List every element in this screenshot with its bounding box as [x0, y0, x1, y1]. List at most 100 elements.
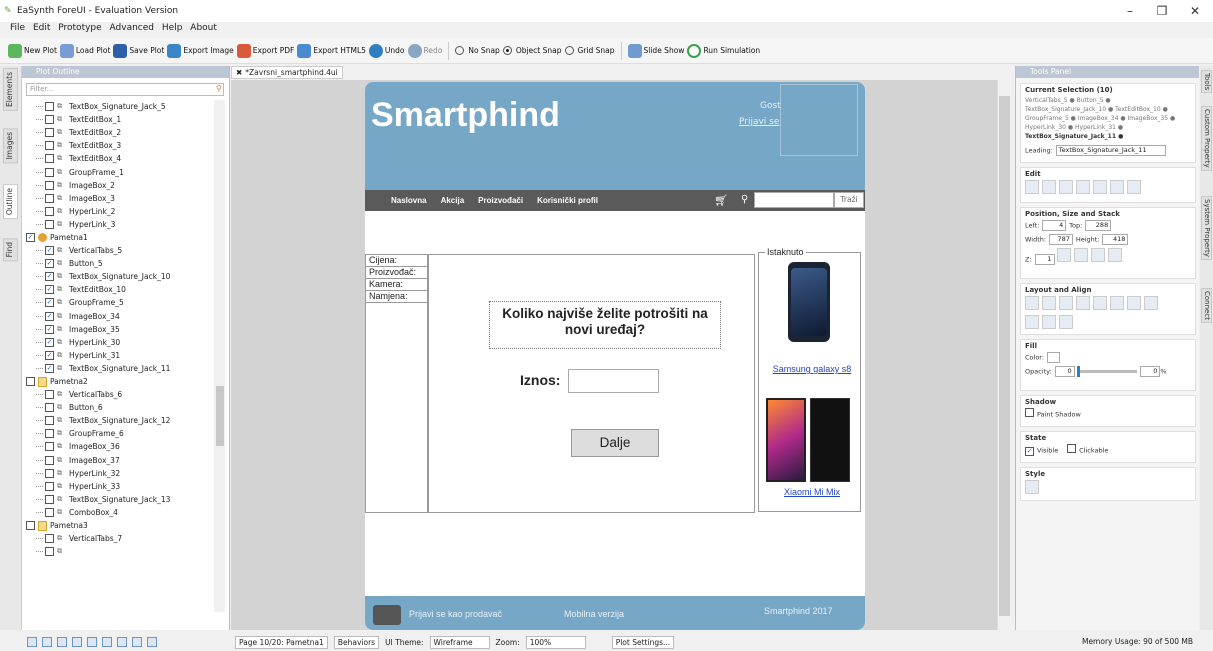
tab-outline[interactable]: Outline: [3, 184, 18, 220]
layout-header[interactable]: Layout and Align: [1025, 286, 1191, 294]
outline-item[interactable]: ⧉ TextEditBox_1: [24, 113, 214, 126]
outline-page[interactable]: Pametna2: [24, 375, 214, 388]
nav-manufacturers[interactable]: Proizvođači: [478, 196, 523, 205]
visibility-checkbox[interactable]: [45, 481, 54, 491]
outline-item[interactable]: ✓ ⧉ TextEditBox_10: [24, 283, 214, 296]
visibility-checkbox[interactable]: ✓: [45, 259, 54, 269]
nav-profile[interactable]: Korisnički profil: [537, 196, 598, 205]
maximize-button[interactable]: ❐: [1152, 4, 1172, 18]
z-field[interactable]: 1: [1034, 254, 1055, 265]
slider-thumb[interactable]: [1077, 366, 1081, 377]
close-button[interactable]: ✕: [1185, 4, 1205, 18]
bring-front-icon[interactable]: [1091, 248, 1106, 262]
menu-file[interactable]: File: [10, 23, 25, 33]
visibility-checkbox[interactable]: ✓: [45, 285, 54, 295]
menu-edit[interactable]: Edit: [33, 23, 50, 33]
align-icon[interactable]: [1025, 296, 1039, 310]
samsung-link[interactable]: Samsung galaxy s8: [767, 364, 857, 375]
visibility-checkbox[interactable]: [45, 115, 54, 125]
top-field[interactable]: 288: [1085, 220, 1112, 231]
visibility-checkbox[interactable]: [45, 507, 54, 517]
save-plot-button[interactable]: Save Plot: [113, 43, 164, 58]
outline-item[interactable]: ✓ ⧉ TextBox_Signature_Jack_10: [24, 270, 214, 283]
filter-tab-purpose[interactable]: Namjena:: [366, 291, 427, 303]
run-simulation-button[interactable]: Run Simulation: [687, 43, 760, 58]
cut-icon[interactable]: [1025, 180, 1039, 194]
send-backward-icon[interactable]: [1074, 248, 1089, 262]
outline-item[interactable]: ⧉ TextBox_Signature_Jack_13: [24, 493, 214, 506]
tab-elements[interactable]: Elements: [3, 68, 18, 111]
minimize-button[interactable]: –: [1120, 4, 1140, 18]
copy-icon[interactable]: [1042, 180, 1056, 194]
opacity-field-2[interactable]: 0: [1140, 366, 1161, 377]
position-header[interactable]: Position, Size and Stack: [1025, 210, 1191, 218]
outline-item[interactable]: ⧉ GroupFrame_1: [24, 165, 214, 178]
close-tab-icon[interactable]: ✖: [236, 68, 242, 77]
menu-prototype[interactable]: Prototype: [58, 23, 101, 33]
outline-item[interactable]: ✓ ⧉ VerticalTabs_5: [24, 244, 214, 257]
undo-button[interactable]: Undo: [368, 43, 405, 58]
send-back-icon[interactable]: [1108, 248, 1123, 262]
outline-item[interactable]: ⧉ ComboBox_4: [24, 506, 214, 519]
visibility-checkbox[interactable]: ✓: [45, 298, 54, 308]
seller-login-link[interactable]: Prijavi se kao prodavač: [409, 609, 502, 619]
nav-home[interactable]: Naslovna: [391, 196, 427, 205]
visibility-checkbox[interactable]: [45, 141, 54, 151]
align-icon[interactable]: [1110, 296, 1124, 310]
grid-snap-radio[interactable]: Grid Snap: [564, 46, 615, 55]
menu-help[interactable]: Help: [162, 23, 183, 33]
filter-tab-camera[interactable]: Kamera:: [366, 279, 427, 291]
outline-item[interactable]: ⧉ Button_6: [24, 401, 214, 414]
tab-custom-property[interactable]: Custom Property: [1201, 106, 1212, 171]
outline-item[interactable]: ✓ ⧉ TextBox_Signature_Jack_11: [24, 362, 214, 375]
opacity-field[interactable]: 0: [1054, 366, 1075, 377]
bring-forward-icon[interactable]: [1057, 248, 1072, 262]
outline-item[interactable]: ✓ ⧉ ImageBox_34: [24, 310, 214, 323]
outline-item[interactable]: ⧉ VerticalTabs_7: [24, 532, 214, 545]
outline-item[interactable]: ⧉ ImageBox_36: [24, 440, 214, 453]
outline-item[interactable]: ⧉ ImageBox_3: [24, 192, 214, 205]
redo-button[interactable]: Redo: [407, 43, 442, 58]
outline-item[interactable]: ⧉ ImageBox_37: [24, 454, 214, 467]
visibility-checkbox[interactable]: [26, 377, 35, 387]
tab-connect[interactable]: Connect: [1201, 288, 1212, 323]
align-icon[interactable]: [1059, 296, 1073, 310]
xiaomi-link[interactable]: Xiaomi Mi Mix: [767, 487, 857, 497]
outline-item[interactable]: ⧉ HyperLink_3: [24, 218, 214, 231]
visibility-checkbox[interactable]: ✓: [45, 350, 54, 360]
outline-scroll-thumb[interactable]: [216, 386, 224, 446]
clickable-checkbox[interactable]: [1067, 444, 1077, 453]
visibility-checkbox[interactable]: [45, 180, 54, 190]
visibility-checkbox[interactable]: ✓: [45, 363, 54, 373]
outline-item[interactable]: ⧉ TextEditBox_2: [24, 126, 214, 139]
visibility-checkbox[interactable]: [45, 403, 54, 413]
outline-item[interactable]: ✓ ⧉ GroupFrame_5: [24, 296, 214, 309]
height-field[interactable]: 418: [1102, 234, 1129, 245]
align-icon[interactable]: [1076, 296, 1090, 310]
current-selection-header[interactable]: Current Selection (10): [1025, 86, 1191, 94]
tool-icon[interactable]: [132, 637, 142, 647]
page-indicator[interactable]: Page 10/20: Pametna1: [235, 635, 328, 649]
login-link[interactable]: Prijavi se: [739, 117, 779, 127]
site-search-input[interactable]: [754, 192, 834, 208]
visibility-checkbox[interactable]: [45, 206, 54, 216]
tool-icon[interactable]: [117, 637, 127, 647]
export-html5-button[interactable]: Export HTML5: [297, 43, 366, 58]
visibility-checkbox[interactable]: ✓: [45, 246, 54, 256]
menu-about[interactable]: About: [190, 23, 217, 33]
filter-tab-price[interactable]: Cijena:: [366, 255, 427, 267]
color-swatch[interactable]: [1046, 352, 1060, 363]
style-icon[interactable]: [1025, 480, 1039, 494]
visibility-checkbox[interactable]: [45, 455, 54, 465]
outline-item[interactable]: ✓ ⧉ HyperLink_31: [24, 349, 214, 362]
visibility-checkbox[interactable]: [45, 442, 54, 452]
outline-item[interactable]: ⧉ TextEditBox_4: [24, 152, 214, 165]
behaviors-button[interactable]: Behaviors: [333, 635, 380, 649]
visibility-checkbox[interactable]: [45, 547, 54, 557]
nav-deals[interactable]: Akcija: [441, 196, 465, 205]
menu-advanced[interactable]: Advanced: [110, 23, 154, 33]
search-button[interactable]: Traži: [834, 192, 864, 208]
visibility-checkbox[interactable]: ✓: [45, 324, 54, 334]
ui-theme-select[interactable]: Wireframe: [429, 635, 490, 649]
visibility-checkbox[interactable]: [45, 167, 54, 177]
